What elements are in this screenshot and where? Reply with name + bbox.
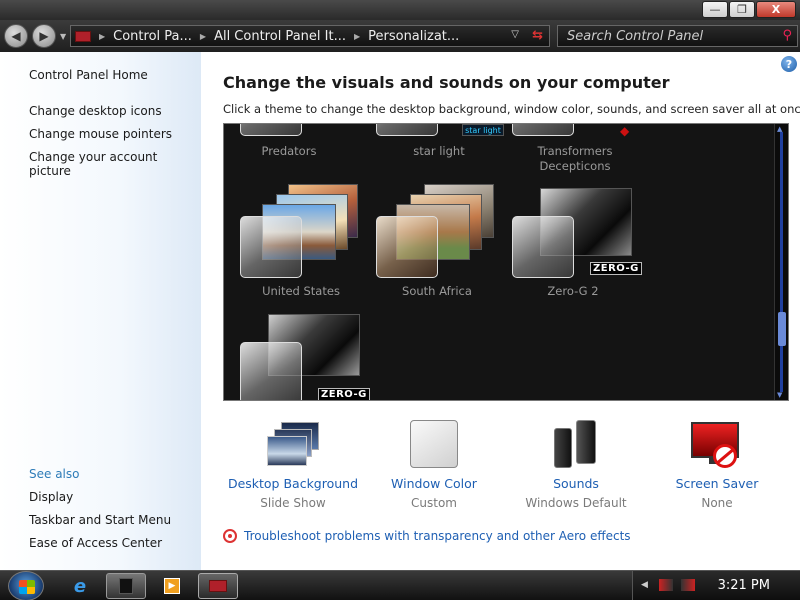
windows-logo-icon xyxy=(19,587,35,594)
breadcrumb-control-panel[interactable]: Control Pa... xyxy=(113,29,192,44)
screen-saver-value: None xyxy=(701,496,733,510)
troubleshoot-icon xyxy=(223,529,237,543)
change-mouse-pointers-link[interactable]: Change mouse pointers xyxy=(29,127,172,141)
decepticon-logo-icon: ◆ xyxy=(620,124,630,138)
theme-thumbnail-zero-g[interactable] xyxy=(240,342,302,400)
action-center-icon[interactable] xyxy=(681,579,695,591)
theme-thumbnail-south-africa[interactable] xyxy=(376,216,438,278)
theme-thumbnail-predators[interactable] xyxy=(240,124,302,136)
display-link[interactable]: Display xyxy=(29,490,73,504)
desktop-background-option[interactable]: Desktop Background Slide Show xyxy=(223,420,363,510)
screen-saver-option[interactable]: Screen Saver None xyxy=(647,420,787,510)
window-color-option[interactable]: Window Color Custom xyxy=(364,420,504,510)
back-button[interactable]: ◀ xyxy=(4,24,28,48)
navigation-bar: ◀ ▶ ▼ ▶ Control Pa... ▶ All Control Pane… xyxy=(0,20,800,52)
control-panel-icon xyxy=(75,30,91,42)
left-navigation-pane: Control Panel Home Change desktop icons … xyxy=(0,52,201,570)
back-arrow-icon: ◀ xyxy=(11,29,21,43)
scroll-down-icon[interactable]: ▼ xyxy=(777,391,782,399)
media-player-icon[interactable]: ▶ xyxy=(152,573,192,599)
taskbar-start-menu-link[interactable]: Taskbar and Start Menu xyxy=(29,513,171,527)
see-also-heading: See also xyxy=(29,467,80,481)
recent-pages-dropdown[interactable]: ▼ xyxy=(60,32,66,41)
title-bar: — ❐ X xyxy=(0,0,800,20)
refresh-icon[interactable]: ⇆ xyxy=(532,28,543,43)
theme-thumbnail-zero-g-2[interactable] xyxy=(512,216,574,278)
search-icon[interactable]: ⚲ xyxy=(782,28,792,43)
theme-gallery: Predators star light star light ◆ Transf… xyxy=(223,123,789,401)
zero-g-badge: ZERO-G xyxy=(318,388,370,400)
screen-saver-icon xyxy=(691,420,743,470)
zero-g-badge: ZERO-G xyxy=(590,262,642,275)
address-bar[interactable]: ▶ Control Pa... ▶ All Control Panel It..… xyxy=(70,25,550,47)
desktop-background-label[interactable]: Desktop Background xyxy=(223,476,363,491)
theme-label[interactable]: Predators xyxy=(224,144,354,159)
main-content: ? Change the visuals and sounds on your … xyxy=(201,52,800,570)
sounds-option[interactable]: Sounds Windows Default xyxy=(506,420,646,510)
theme-thumbnail-united-states[interactable] xyxy=(240,216,302,278)
troubleshoot-link[interactable]: Troubleshoot problems with transparency … xyxy=(223,529,631,543)
forward-button[interactable]: ▶ xyxy=(32,24,56,48)
breadcrumb-personalization[interactable]: Personalizat... xyxy=(368,29,459,44)
system-tray: ◀ 3:21 PM xyxy=(632,571,800,600)
theme-thumbnail-transformers[interactable] xyxy=(512,124,574,136)
theme-label[interactable]: star light xyxy=(374,144,504,159)
search-placeholder: Search Control Panel xyxy=(567,29,704,44)
sounds-value: Windows Default xyxy=(525,496,627,510)
clock[interactable]: 3:21 PM xyxy=(718,578,770,593)
star-light-badge: star light xyxy=(462,124,504,136)
screen-saver-label[interactable]: Screen Saver xyxy=(647,476,787,491)
window-color-value: Custom xyxy=(411,496,457,510)
sounds-label[interactable]: Sounds xyxy=(506,476,646,491)
desktop-background-value: Slide Show xyxy=(260,496,326,510)
desktop-background-icon xyxy=(267,420,319,470)
change-desktop-icons-link[interactable]: Change desktop icons xyxy=(29,104,162,118)
breadcrumb-all-items[interactable]: All Control Panel It... xyxy=(214,29,346,44)
minimize-button[interactable]: — xyxy=(702,1,728,18)
network-icon[interactable] xyxy=(659,579,673,591)
taskbar-app-icon[interactable] xyxy=(106,573,146,599)
close-button[interactable]: X xyxy=(756,1,796,18)
theme-label[interactable]: Transformers Decepticons xyxy=(510,144,640,174)
forward-arrow-icon: ▶ xyxy=(39,29,49,43)
breadcrumb-chevron-icon[interactable]: ▶ xyxy=(354,32,360,41)
page-title: Change the visuals and sounds on your co… xyxy=(223,73,670,92)
address-dropdown-icon[interactable]: ▽ xyxy=(511,29,519,40)
page-description: Click a theme to change the desktop back… xyxy=(223,102,800,116)
ease-of-access-link[interactable]: Ease of Access Center xyxy=(29,536,162,550)
control-panel-home-link[interactable]: Control Panel Home xyxy=(29,68,148,82)
show-hidden-icons-icon[interactable]: ◀ xyxy=(641,580,648,590)
internet-explorer-icon[interactable]: e xyxy=(60,573,100,599)
scroll-thumb[interactable] xyxy=(778,312,786,346)
theme-gallery-scrollbar[interactable]: ▲ ▼ xyxy=(774,124,788,400)
breadcrumb-chevron-icon[interactable]: ▶ xyxy=(99,32,105,41)
window-controls: — ❐ X xyxy=(702,1,796,18)
start-button[interactable] xyxy=(8,571,44,600)
breadcrumb-chevron-icon[interactable]: ▶ xyxy=(200,32,206,41)
troubleshoot-label[interactable]: Troubleshoot problems with transparency … xyxy=(244,529,631,543)
theme-thumbnail-star-light[interactable] xyxy=(376,124,438,136)
maximize-button[interactable]: ❐ xyxy=(729,1,755,18)
search-input[interactable]: Search Control Panel ⚲ xyxy=(557,25,798,47)
taskbar: e ▶ ◀ 3:21 PM xyxy=(0,570,800,600)
scroll-track[interactable] xyxy=(780,132,783,392)
control-panel-taskbar-icon[interactable] xyxy=(198,573,238,599)
theme-label[interactable]: United States xyxy=(236,284,366,299)
change-account-picture-link[interactable]: Change your account picture xyxy=(29,150,201,178)
window-color-icon xyxy=(408,420,460,470)
window-color-label[interactable]: Window Color xyxy=(364,476,504,491)
theme-label[interactable]: Zero-G 2 xyxy=(508,284,638,299)
help-icon[interactable]: ? xyxy=(781,56,797,72)
theme-label[interactable]: South Africa xyxy=(372,284,502,299)
sounds-icon xyxy=(550,420,602,470)
